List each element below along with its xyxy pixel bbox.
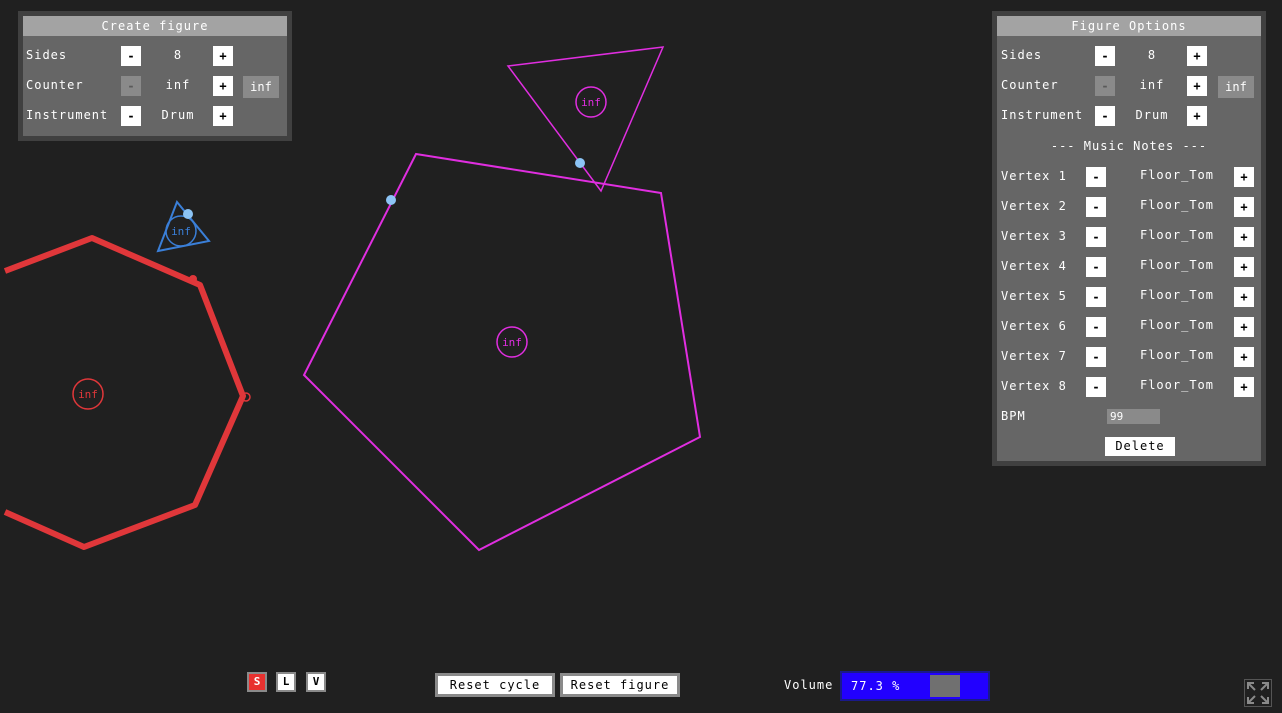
- red-octagon-outline[interactable]: [3, 235, 246, 550]
- red-octagon-figure[interactable]: inf: [3, 235, 251, 550]
- vertex-7-label: Vertex 7: [1001, 349, 1067, 363]
- vertex-1-increment-button[interactable]: +: [1234, 167, 1254, 187]
- magenta-pentagon-cursor-dot: [386, 195, 396, 205]
- mode-s-button[interactable]: S: [247, 672, 267, 692]
- volume-label: Volume: [784, 678, 834, 692]
- blue-triangle-counter-label: inf: [171, 225, 191, 238]
- create-instrument-increment-button[interactable]: +: [213, 106, 233, 126]
- vertex-4-label: Vertex 4: [1001, 259, 1067, 273]
- volume-slider[interactable]: 77.3 %: [840, 671, 990, 701]
- create-counter-label: Counter: [26, 78, 84, 92]
- create-counter-infinite-button[interactable]: inf: [243, 76, 279, 98]
- vertex-5-decrement-button[interactable]: -: [1086, 287, 1106, 307]
- reset-figure-button[interactable]: Reset figure: [560, 673, 680, 697]
- volume-slider-handle[interactable]: [930, 675, 960, 697]
- vertex-2-note: Floor_Tom: [1139, 198, 1215, 212]
- figure-options-panel-body: Figure Options Sides - 8 + Counter - inf…: [997, 16, 1261, 461]
- mode-v-button[interactable]: V: [306, 672, 326, 692]
- volume-value: 77.3 %: [851, 679, 901, 693]
- vertex-2-decrement-button[interactable]: -: [1086, 197, 1106, 217]
- create-figure-title: Create figure: [23, 16, 287, 36]
- vertex-1-decrement-button[interactable]: -: [1086, 167, 1106, 187]
- blue-triangle-figure[interactable]: inf: [156, 200, 211, 253]
- magenta-triangle-cursor-dot: [575, 158, 585, 168]
- vertex-4-increment-button[interactable]: +: [1234, 257, 1254, 277]
- vertex-1-label: Vertex 1: [1001, 169, 1067, 183]
- create-sides-decrement-button[interactable]: -: [121, 46, 141, 66]
- options-sides-value: 8: [1147, 48, 1157, 62]
- vertex-4-decrement-button[interactable]: -: [1086, 257, 1106, 277]
- create-counter-increment-button[interactable]: +: [213, 76, 233, 96]
- magenta-triangle-counter-label: inf: [581, 96, 601, 109]
- bpm-label: BPM: [1001, 409, 1026, 423]
- blue-triangle-cursor-dot: [183, 209, 193, 219]
- options-sides-decrement-button[interactable]: -: [1095, 46, 1115, 66]
- music-notes-header: --- Music Notes ---: [1050, 139, 1208, 153]
- options-counter-increment-button[interactable]: +: [1187, 76, 1207, 96]
- figure-options-title: Figure Options: [997, 16, 1261, 36]
- vertex-3-increment-button[interactable]: +: [1234, 227, 1254, 247]
- vertex-2-label: Vertex 2: [1001, 199, 1067, 213]
- create-instrument-value: Drum: [161, 108, 195, 122]
- vertex-1-note: Floor_Tom: [1139, 168, 1215, 182]
- vertex-5-label: Vertex 5: [1001, 289, 1067, 303]
- create-sides-value: 8: [173, 48, 183, 62]
- magenta-triangle-outline[interactable]: [506, 46, 665, 193]
- magenta-triangle-figure[interactable]: inf: [506, 46, 665, 193]
- create-instrument-decrement-button[interactable]: -: [121, 106, 141, 126]
- vertex-6-label: Vertex 6: [1001, 319, 1067, 333]
- figure-options-panel: Figure Options Sides - 8 + Counter - inf…: [992, 11, 1266, 466]
- create-counter-value: inf: [165, 78, 191, 92]
- vertex-2-increment-button[interactable]: +: [1234, 197, 1254, 217]
- vertex-7-increment-button[interactable]: +: [1234, 347, 1254, 367]
- options-instrument-decrement-button[interactable]: -: [1095, 106, 1115, 126]
- vertex-5-increment-button[interactable]: +: [1234, 287, 1254, 307]
- delete-figure-button[interactable]: Delete: [1105, 437, 1175, 456]
- magenta-pentagon-figure[interactable]: inf: [302, 152, 702, 552]
- create-counter-decrement-button[interactable]: -: [121, 76, 141, 96]
- vertex-8-increment-button[interactable]: +: [1234, 377, 1254, 397]
- vertex-4-note: Floor_Tom: [1139, 258, 1215, 272]
- options-instrument-increment-button[interactable]: +: [1187, 106, 1207, 126]
- create-sides-label: Sides: [26, 48, 68, 62]
- vertex-7-note: Floor_Tom: [1139, 348, 1215, 362]
- create-instrument-label: Instrument: [26, 108, 109, 122]
- magenta-pentagon-counter-label: inf: [502, 336, 522, 349]
- options-counter-value: inf: [1139, 78, 1165, 92]
- options-counter-infinite-button[interactable]: inf: [1218, 76, 1254, 98]
- red-octagon-vertex-marker: [189, 275, 197, 283]
- vertex-6-decrement-button[interactable]: -: [1086, 317, 1106, 337]
- vertex-3-note: Floor_Tom: [1139, 228, 1215, 242]
- fullscreen-icon[interactable]: [1244, 679, 1272, 707]
- mode-l-button[interactable]: L: [276, 672, 296, 692]
- bpm-input[interactable]: [1107, 409, 1160, 424]
- magenta-pentagon-outline[interactable]: [302, 152, 702, 552]
- vertex-8-label: Vertex 8: [1001, 379, 1067, 393]
- vertex-3-decrement-button[interactable]: -: [1086, 227, 1106, 247]
- options-counter-decrement-button[interactable]: -: [1095, 76, 1115, 96]
- create-figure-panel-body: Create figure Sides - 8 + Counter - inf …: [23, 16, 287, 136]
- create-sides-increment-button[interactable]: +: [213, 46, 233, 66]
- options-sides-increment-button[interactable]: +: [1187, 46, 1207, 66]
- vertex-6-note: Floor_Tom: [1139, 318, 1215, 332]
- reset-cycle-button[interactable]: Reset cycle: [435, 673, 555, 697]
- vertex-6-increment-button[interactable]: +: [1234, 317, 1254, 337]
- vertex-7-decrement-button[interactable]: -: [1086, 347, 1106, 367]
- vertex-8-note: Floor_Tom: [1139, 378, 1215, 392]
- options-sides-label: Sides: [1001, 48, 1043, 62]
- options-instrument-label: Instrument: [1001, 108, 1084, 122]
- create-figure-panel: Create figure Sides - 8 + Counter - inf …: [18, 11, 292, 141]
- options-counter-label: Counter: [1001, 78, 1059, 92]
- options-instrument-value: Drum: [1135, 108, 1169, 122]
- vertex-8-decrement-button[interactable]: -: [1086, 377, 1106, 397]
- vertex-5-note: Floor_Tom: [1139, 288, 1215, 302]
- red-octagon-counter-label: inf: [78, 388, 98, 401]
- vertex-3-label: Vertex 3: [1001, 229, 1067, 243]
